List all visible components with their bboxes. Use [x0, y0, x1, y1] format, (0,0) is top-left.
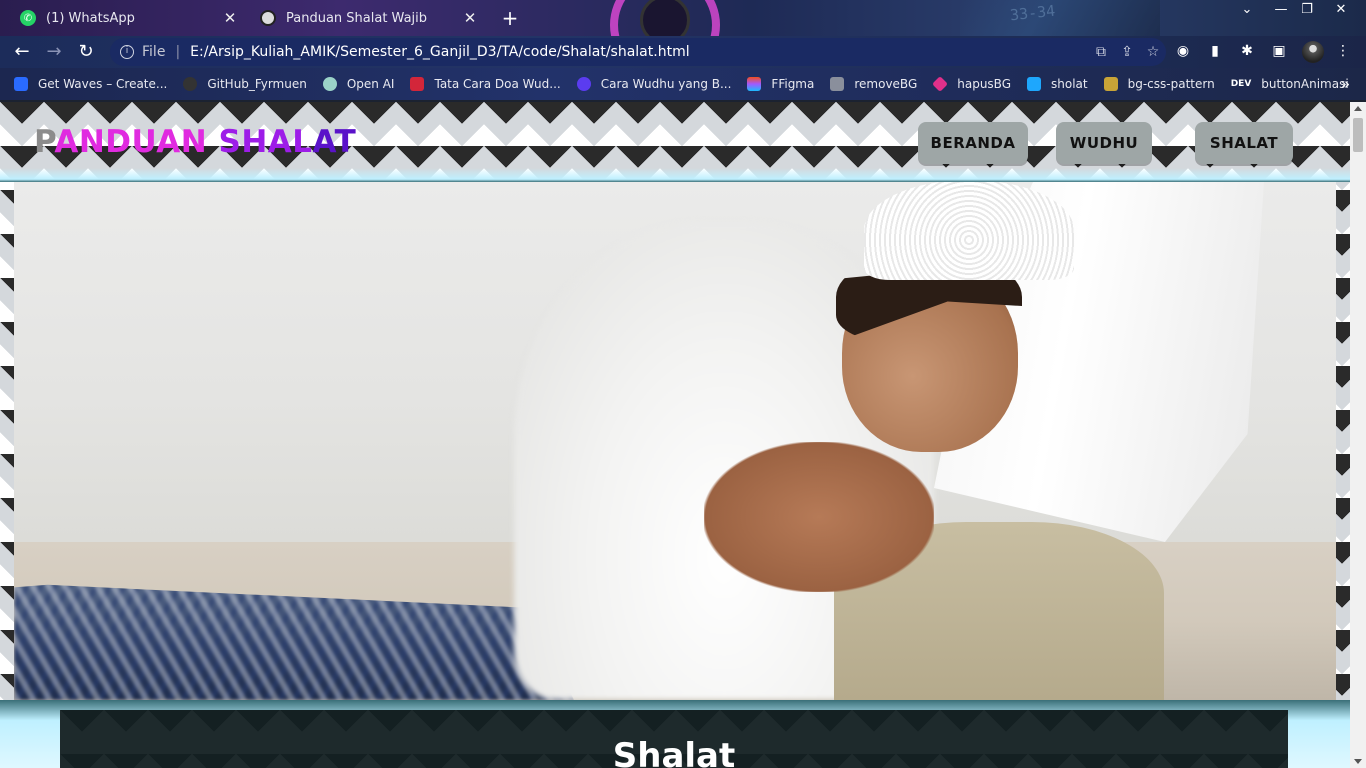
bookmark-label: sholat [1051, 77, 1088, 91]
puzzle-extensions-icon[interactable]: ✱ [1238, 43, 1256, 61]
extension-icon[interactable]: ◉ [1174, 43, 1192, 61]
extension-icon[interactable]: ▮ [1206, 43, 1224, 61]
bookmark-label: Tata Cara Doa Wud... [434, 77, 561, 91]
dev-icon: DEV [1230, 79, 1252, 89]
url-separator: | [175, 44, 181, 60]
tab-title: Panduan Shalat Wajib [286, 10, 428, 26]
address-bar[interactable]: i File | E:/Arsip_Kuliah_AMIK/Semester_6… [110, 38, 1166, 66]
bookmark-label: FFigma [771, 77, 815, 91]
browser-toolbar: ← → ↻ i File | E:/Arsip_Kuliah_AMIK/Seme… [0, 36, 1366, 68]
bookmark-favicon-icon [1027, 77, 1042, 91]
tab-whatsapp[interactable]: ✆ (1) WhatsApp ✕ [10, 0, 248, 36]
bookmark-item[interactable]: Cara Wudhu yang B... [576, 77, 732, 91]
profile-avatar[interactable] [1302, 41, 1324, 63]
bookmark-item[interactable]: removeBG [830, 77, 917, 91]
menu-kebab-icon[interactable]: ⋮ [1334, 43, 1352, 61]
forward-button[interactable]: → [42, 40, 66, 64]
theme-decoration [960, 0, 1160, 36]
globe-icon [260, 10, 276, 26]
new-tab-button[interactable]: + [498, 6, 522, 30]
bookmark-star-icon[interactable]: ☆ [1140, 44, 1166, 60]
side-panel-icon[interactable]: ▣ [1270, 43, 1288, 61]
bookmark-label: Get Waves – Create... [38, 77, 168, 91]
nav-wudhu-button[interactable]: WUDHU [1056, 122, 1152, 164]
section-title: Shalat [612, 736, 736, 768]
kufi-cap-illustration [864, 182, 1074, 280]
bookmark-label: removeBG [854, 77, 918, 91]
translate-icon[interactable]: ⧉ [1088, 44, 1114, 60]
bookmark-favicon-icon [830, 77, 845, 91]
nav-shalat-button[interactable]: SHALAT [1195, 122, 1293, 164]
url-text[interactable]: E:/Arsip_Kuliah_AMIK/Semester_6_Ganjil_D… [190, 44, 1088, 60]
page-scrollbar[interactable] [1350, 102, 1366, 768]
scrollbar-thumb[interactable] [1353, 118, 1363, 152]
bookmark-favicon-icon [576, 77, 591, 91]
bookmark-item[interactable]: FFigma [747, 77, 814, 91]
bookmark-label: bg-css-pattern [1127, 77, 1215, 91]
close-tab-icon[interactable]: ✕ [462, 9, 478, 27]
bookmark-item[interactable]: sholat [1027, 77, 1088, 91]
bookmark-label: buttonAnimasi [1261, 77, 1349, 91]
bookmarks-bar: Get Waves – Create... GitHub_Fyrmuen Ope… [0, 68, 1366, 100]
bookmark-favicon-icon [410, 77, 425, 91]
scroll-down-icon[interactable] [1354, 759, 1362, 764]
reload-button[interactable]: ↻ [74, 40, 98, 64]
theme-decoration [640, 0, 690, 36]
close-tab-icon[interactable]: ✕ [222, 9, 238, 27]
bookmark-item[interactable]: DEV buttonAnimasi [1231, 77, 1349, 91]
url-scheme: File [142, 44, 166, 60]
bookmark-label: hapusBG [957, 77, 1012, 91]
tab-panduan-shalat[interactable]: Panduan Shalat Wajib ✕ [250, 0, 488, 36]
logo-text-part: SHAL [218, 124, 313, 160]
openai-icon [322, 77, 337, 91]
back-button[interactable]: ← [10, 40, 34, 64]
bookmark-label: GitHub_Fyrmuen [207, 77, 307, 91]
whatsapp-icon: ✆ [20, 10, 36, 26]
tab-search-icon[interactable]: ⌄ [1234, 2, 1260, 17]
header-divider [0, 168, 1350, 182]
tab-strip: 33-34 ✆ (1) WhatsApp ✕ Panduan Shalat Wa… [0, 0, 1366, 36]
bookmark-label: Cara Wudhu yang B... [600, 77, 732, 91]
tab-title: (1) WhatsApp [46, 10, 135, 26]
restore-button[interactable]: ❐ [1294, 2, 1320, 17]
bookmark-item[interactable]: GitHub_Fyrmuen [183, 77, 307, 91]
bookmark-item[interactable]: Get Waves – Create... [14, 77, 167, 91]
scroll-up-icon[interactable] [1354, 106, 1362, 111]
bookmark-favicon-icon [14, 77, 28, 91]
bookmark-item[interactable]: Open AI [322, 77, 395, 91]
logo-text-part: ANDUAN [54, 124, 219, 160]
github-icon [183, 77, 198, 91]
logo-text-part: AT [312, 124, 357, 160]
bookmark-label: Open AI [346, 77, 395, 91]
close-window-button[interactable]: ✕ [1328, 2, 1354, 17]
page-viewport: PANDUAN SHALAT BERANDA WUDHU SHALAT Shal… [0, 102, 1350, 768]
share-icon[interactable]: ⇪ [1114, 44, 1140, 60]
site-header: PANDUAN SHALAT BERANDA WUDHU SHALAT [0, 102, 1350, 182]
minimize-button[interactable]: — [1268, 2, 1294, 17]
shalat-section: Shalat [60, 710, 1288, 768]
bookmark-favicon-icon [1103, 77, 1118, 91]
site-logo[interactable]: PANDUAN SHALAT [34, 124, 356, 160]
logo-text-part: P [34, 124, 55, 160]
bookmark-favicon-icon [932, 76, 949, 92]
bookmark-item[interactable]: hapusBG [932, 76, 1012, 92]
bookmark-item[interactable]: bg-css-pattern [1103, 77, 1215, 91]
more-bookmarks-icon[interactable]: » [1341, 75, 1350, 93]
nav-beranda-button[interactable]: BERANDA [918, 122, 1028, 164]
figma-icon [747, 77, 762, 91]
bookmark-item[interactable]: Tata Cara Doa Wud... [410, 77, 561, 91]
hero-image [14, 182, 1336, 700]
site-info-icon[interactable]: i [120, 45, 134, 59]
praying-hands-illustration [704, 442, 934, 592]
